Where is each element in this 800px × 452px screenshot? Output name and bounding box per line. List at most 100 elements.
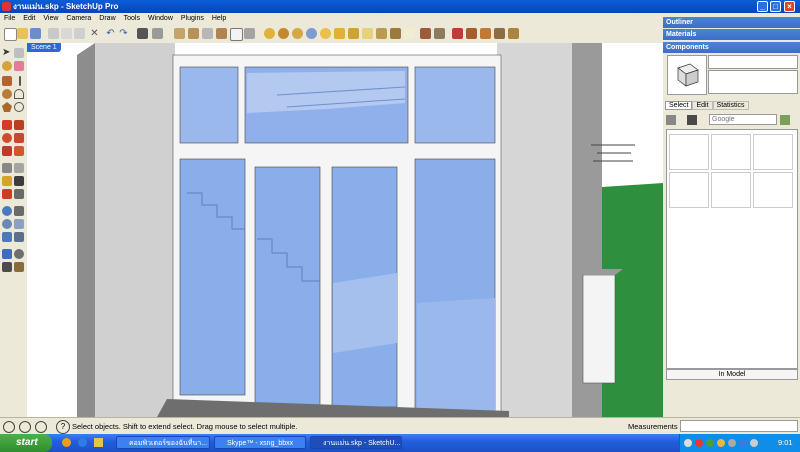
component-thumbnail[interactable] — [711, 172, 751, 208]
look-around-tool-icon[interactable] — [14, 249, 24, 259]
menu-plugins[interactable]: Plugins — [177, 13, 208, 25]
open-file-icon[interactable] — [17, 28, 28, 39]
component-thumbnail[interactable] — [669, 134, 709, 170]
paint-bucket-icon[interactable] — [2, 61, 12, 71]
push-pull-icon[interactable] — [14, 120, 24, 130]
tray-icon[interactable] — [739, 439, 747, 447]
menu-view[interactable]: View — [39, 13, 62, 25]
look-around-icon[interactable] — [376, 28, 387, 39]
walk-tool-icon[interactable] — [2, 262, 12, 272]
left-view-icon[interactable] — [244, 28, 255, 39]
save-icon[interactable] — [30, 28, 41, 39]
components-panel-title[interactable]: Components — [663, 42, 800, 53]
explorer-quicklaunch-icon[interactable] — [94, 438, 103, 447]
paste-icon[interactable] — [74, 28, 85, 39]
back-view-icon[interactable] — [230, 28, 243, 41]
orbit-icon[interactable] — [264, 28, 275, 39]
component-search-input[interactable] — [709, 114, 777, 125]
cut-icon[interactable] — [48, 28, 59, 39]
rectangle-icon[interactable] — [2, 76, 12, 86]
redo-icon[interactable]: ↷ — [118, 28, 129, 39]
arc-icon[interactable] — [14, 89, 24, 99]
menu-help[interactable]: Help — [208, 13, 230, 25]
menu-edit[interactable]: Edit — [19, 13, 39, 25]
google-earth-icon[interactable] — [508, 28, 519, 39]
user-icon[interactable] — [35, 421, 47, 433]
menu-window[interactable]: Window — [144, 13, 177, 25]
top-view-icon[interactable] — [188, 28, 199, 39]
tab-select[interactable]: Select — [665, 101, 693, 110]
freehand-icon[interactable] — [14, 102, 24, 112]
sketchup-app-icon[interactable] — [2, 2, 11, 11]
maximize-button[interactable]: □ — [770, 1, 781, 12]
polygon-icon[interactable] — [2, 102, 12, 112]
zoom-extents-icon[interactable] — [320, 28, 331, 39]
3d-text-icon[interactable] — [14, 189, 24, 199]
offset-icon[interactable] — [14, 146, 24, 156]
search-icon[interactable] — [780, 115, 790, 125]
tab-statistics[interactable]: Statistics — [712, 101, 749, 110]
ie-quicklaunch-icon[interactable] — [78, 438, 87, 447]
pan-icon[interactable] — [278, 28, 289, 39]
volume-icon[interactable] — [750, 439, 758, 447]
component-description-field[interactable] — [708, 70, 798, 94]
position-camera-tool-icon[interactable] — [2, 249, 12, 259]
geo-location-icon[interactable] — [3, 421, 15, 433]
iso-view-icon[interactable] — [174, 28, 185, 39]
select-arrow-icon[interactable]: ➤ — [2, 48, 12, 58]
menu-file[interactable]: File — [0, 13, 19, 25]
display-section-icon[interactable] — [404, 28, 415, 39]
component-thumbnail[interactable] — [711, 134, 751, 170]
tray-icon[interactable] — [684, 439, 692, 447]
tray-icon[interactable] — [706, 439, 714, 447]
fog-icon[interactable] — [434, 28, 445, 39]
section-plane-icon[interactable] — [390, 28, 401, 39]
outliner-panel-title[interactable]: Outliner — [663, 17, 800, 28]
line-icon[interactable] — [19, 76, 21, 86]
firefox-quicklaunch-icon[interactable] — [62, 438, 71, 447]
close-button[interactable]: × — [784, 1, 795, 12]
credits-icon[interactable] — [19, 421, 31, 433]
share-model-icon[interactable] — [480, 28, 491, 39]
new-file-icon[interactable] — [4, 28, 17, 41]
previous-view-icon[interactable] — [334, 28, 345, 39]
zoom-icon[interactable] — [292, 28, 303, 39]
start-button[interactable]: start — [0, 434, 52, 452]
tab-edit[interactable]: Edit — [692, 101, 713, 110]
scene-tab[interactable]: Scene 1 — [27, 43, 61, 52]
right-view-icon[interactable] — [216, 28, 227, 39]
erase-icon[interactable]: ✕ — [89, 28, 100, 39]
zoom-window-icon[interactable] — [306, 28, 317, 39]
orbit-tool-icon[interactable] — [2, 206, 12, 216]
get-models-icon[interactable] — [466, 28, 477, 39]
drawing-viewport[interactable]: Scene 1 — [27, 43, 663, 417]
undo-icon[interactable]: ↶ — [105, 28, 116, 39]
axes-icon[interactable] — [2, 189, 12, 199]
previous-tool-icon[interactable] — [2, 232, 12, 242]
component-thumbnail[interactable] — [753, 134, 793, 170]
dimension-icon[interactable] — [14, 163, 24, 173]
view-options-icon[interactable] — [666, 115, 676, 125]
make-component-icon[interactable] — [14, 48, 24, 58]
tape-measure-icon[interactable] — [2, 163, 12, 173]
protractor-icon[interactable] — [2, 176, 12, 186]
eraser-icon[interactable] — [14, 61, 24, 71]
section-tool-icon[interactable] — [14, 262, 24, 272]
taskbar-item-explorer[interactable]: คอมพิวเตอร์ของฉันที่นา... — [116, 436, 210, 449]
minimize-button[interactable]: _ — [757, 1, 768, 12]
print-icon[interactable] — [137, 28, 148, 39]
help-icon[interactable]: ? — [56, 420, 70, 434]
move-icon[interactable] — [2, 120, 12, 130]
component-name-field[interactable] — [708, 55, 798, 69]
tray-icon[interactable] — [728, 439, 736, 447]
menu-camera[interactable]: Camera — [62, 13, 95, 25]
materials-panel-title[interactable]: Materials — [663, 29, 800, 40]
walk-icon[interactable] — [362, 28, 373, 39]
shadows-icon[interactable] — [420, 28, 431, 39]
taskbar-item-sketchup[interactable]: งานแม่น.skp - SketchU... — [310, 436, 402, 449]
menu-draw[interactable]: Draw — [95, 13, 119, 25]
component-thumbnail[interactable] — [669, 172, 709, 208]
home-icon[interactable] — [687, 115, 697, 125]
measurements-field[interactable] — [680, 420, 798, 432]
position-camera-icon[interactable] — [348, 28, 359, 39]
